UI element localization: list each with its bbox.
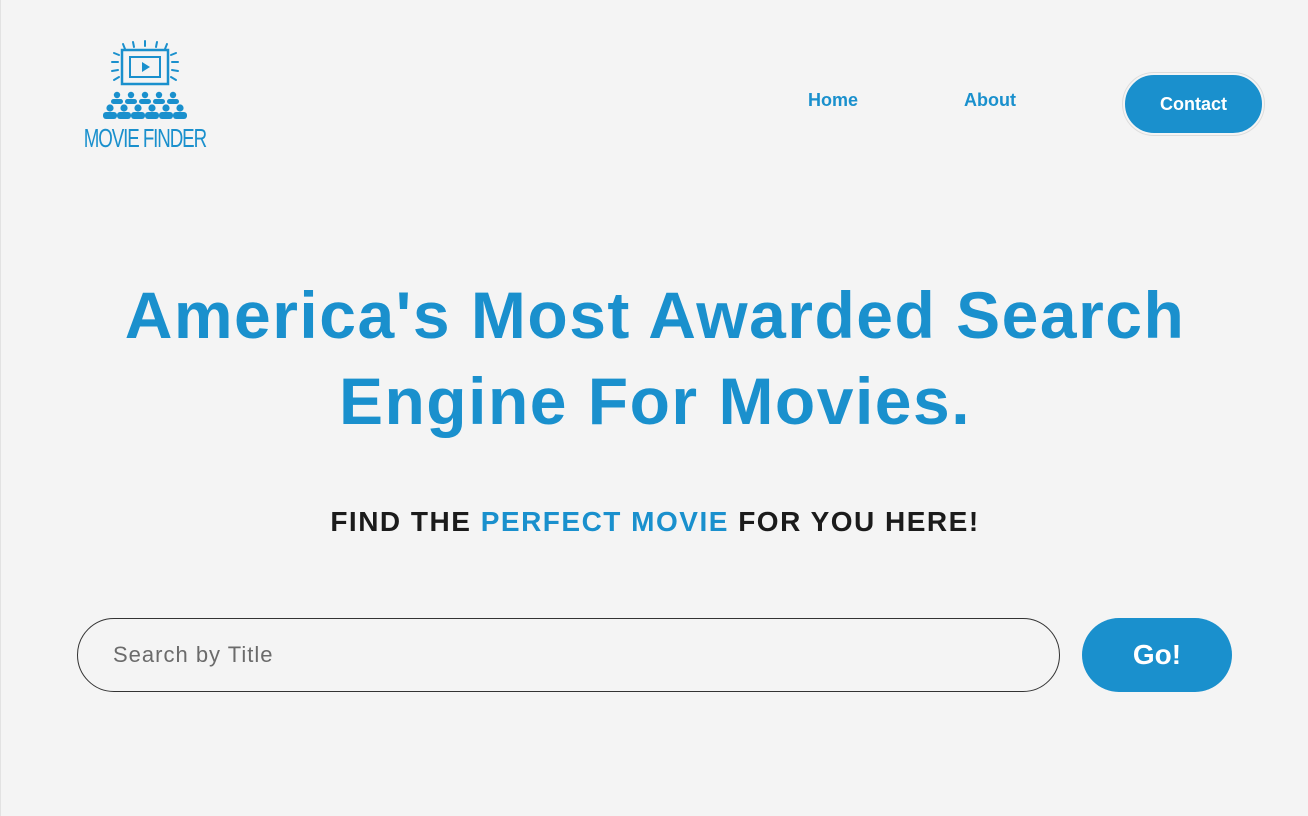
headline-line-1: America's Most Awarded Search xyxy=(124,278,1186,352)
search-input[interactable] xyxy=(77,618,1060,692)
go-button[interactable]: Go! xyxy=(1082,618,1232,692)
tagline-post: FOR YOU HERE! xyxy=(728,506,980,537)
nav-about-link[interactable]: About xyxy=(964,90,1016,111)
hero-headline: America's Most Awarded Search Engine For… xyxy=(1,272,1308,444)
logo-text: MOVIE FINDER xyxy=(83,123,207,153)
headline-line-2: Engine For Movies. xyxy=(338,364,972,438)
contact-button[interactable]: Contact xyxy=(1123,73,1264,135)
nav-home-link[interactable]: Home xyxy=(808,90,858,111)
movie-theater-icon xyxy=(103,40,187,119)
hero-tagline: FIND THE PERFECT MOVIE FOR YOU HERE! xyxy=(1,506,1308,538)
tagline-pre: FIND THE xyxy=(330,506,481,537)
tagline-highlight: PERFECT MOVIE xyxy=(480,506,729,537)
site-logo[interactable]: MOVIE FINDER xyxy=(84,40,207,164)
